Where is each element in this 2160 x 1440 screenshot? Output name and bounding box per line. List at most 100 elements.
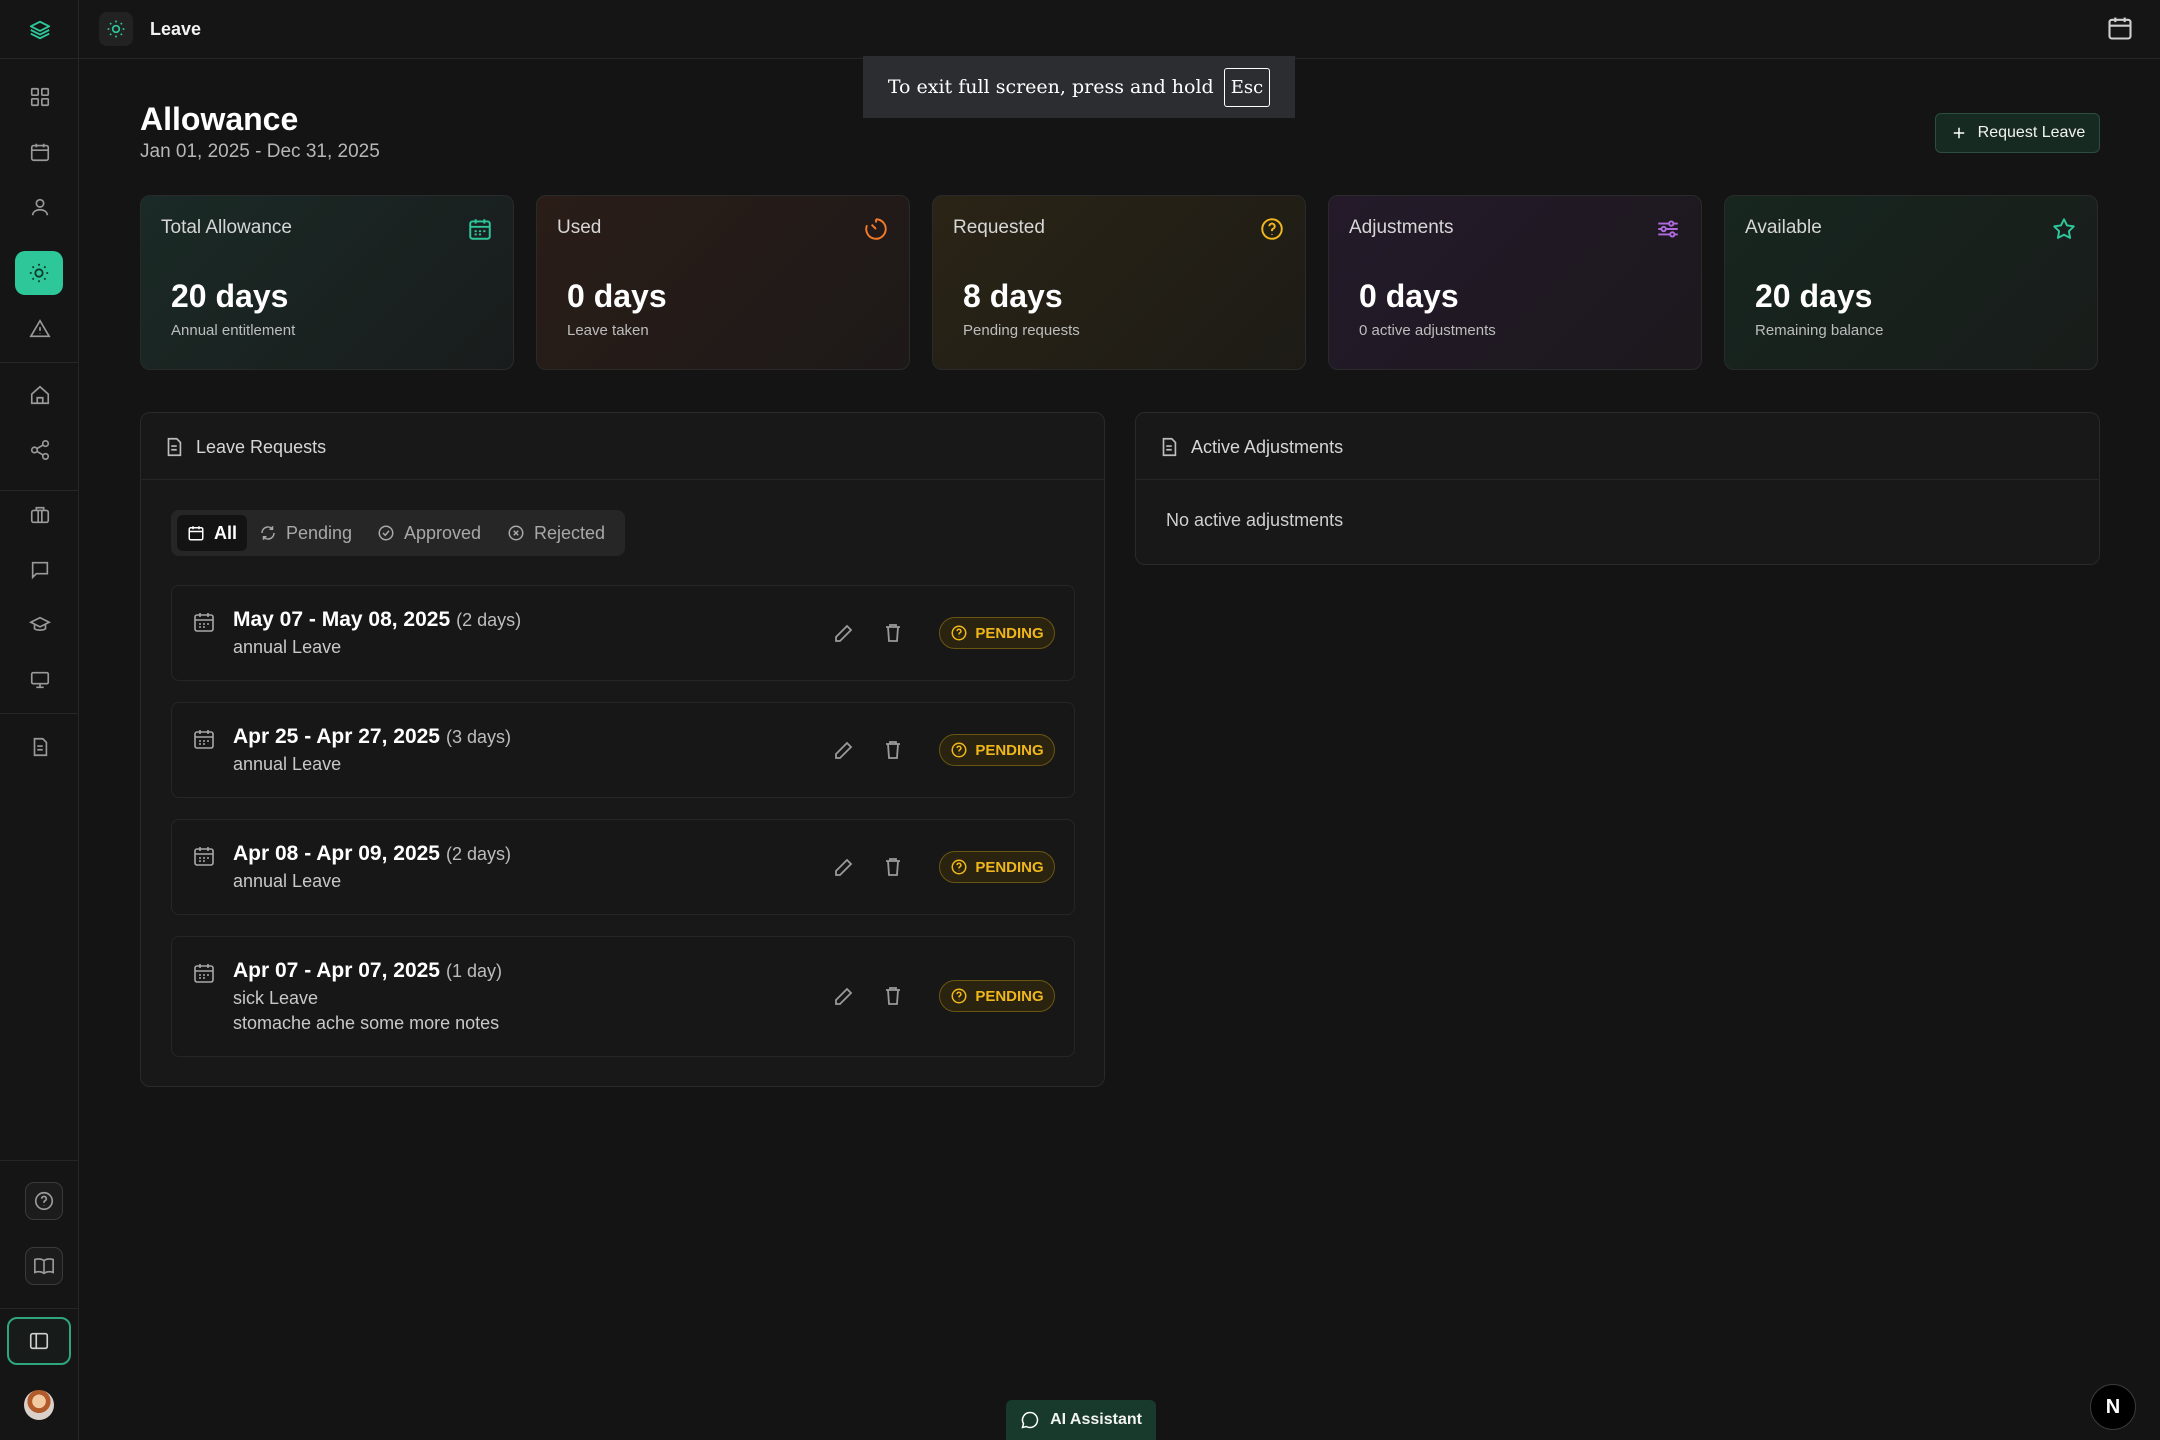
request-note: stomache ache some more notes: [233, 1013, 500, 1033]
stat-card-total-allowance: Total Allowance 20 days Annual entitleme…: [140, 195, 514, 370]
request-dates: May 07 - May 08, 2025: [233, 608, 451, 631]
request-dates-line: Apr 25 - Apr 27, 2025 (3 days): [233, 725, 511, 749]
book-icon[interactable]: [25, 1247, 63, 1285]
stat-value: 0 days: [1359, 278, 1459, 314]
tab-approved[interactable]: Approved: [377, 515, 481, 551]
leave-sun-icon[interactable]: [15, 251, 63, 295]
request-days: (2 days): [446, 844, 512, 864]
request-dates-line: Apr 07 - Apr 07, 2025 (1 day): [233, 959, 502, 983]
request-type: sick Leave: [233, 988, 319, 1008]
status-badge: PENDING: [939, 734, 1055, 766]
tab-pending[interactable]: Pending: [259, 515, 352, 551]
dashboard-icon[interactable]: [22, 79, 58, 115]
calendar-icon: [194, 847, 214, 866]
sidebar-toggle-icon[interactable]: [7, 1317, 71, 1365]
stat-value: 20 days: [1755, 278, 1873, 314]
pencil-icon[interactable]: [832, 738, 856, 762]
stat-label: Used: [557, 217, 602, 238]
pencil-icon[interactable]: [832, 984, 856, 1008]
help-circle-icon: [951, 742, 967, 758]
home-icon[interactable]: [22, 377, 58, 413]
request-dates: Apr 25 - Apr 27, 2025: [233, 725, 440, 748]
stat-card-adjustments: Adjustments 0 days 0 active adjustments: [1328, 195, 1702, 370]
status-label: PENDING: [975, 741, 1044, 759]
request-dates: Apr 07 - Apr 07, 2025: [233, 959, 440, 982]
panel-title: Leave Requests: [196, 437, 327, 457]
sidebar-divider: [0, 1308, 78, 1309]
request-leave-button[interactable]: Request Leave: [1935, 113, 2100, 153]
document-icon: [167, 437, 182, 457]
calendar-icon: [194, 730, 214, 749]
request-dates: Apr 08 - Apr 09, 2025: [233, 842, 440, 865]
layers-logo-icon[interactable]: [22, 12, 58, 48]
tab-rejected[interactable]: Rejected: [507, 515, 605, 551]
sidebar-divider: [0, 362, 78, 363]
top-bar: Leave: [79, 0, 2160, 59]
request-dates-line: May 07 - May 08, 2025 (2 days): [233, 608, 521, 632]
leave-request-row[interactable]: Apr 08 - Apr 09, 2025 (2 days) annual Lea…: [171, 819, 1075, 915]
stat-card-requested: Requested 8 days Pending requests: [932, 195, 1306, 370]
request-type: annual Leave: [233, 637, 342, 657]
pencil-icon[interactable]: [832, 855, 856, 879]
panel-title: Active Adjustments: [1191, 437, 1344, 457]
chat-bubble-icon: [1021, 1411, 1039, 1429]
monitor-icon[interactable]: [22, 662, 58, 698]
stat-value: 0 days: [567, 278, 667, 314]
check-circle-icon: [378, 525, 394, 541]
message-icon[interactable]: [22, 552, 58, 588]
date-range: Jan 01, 2025 - Dec 31, 2025: [140, 141, 380, 162]
toast-text: To exit full screen, press and hold: [887, 76, 1214, 98]
leave-request-row[interactable]: Apr 07 - Apr 07, 2025 (1 day) sick Leave …: [171, 936, 1075, 1057]
calendar-icon: [194, 964, 214, 983]
trash-icon[interactable]: [881, 738, 905, 762]
trash-icon[interactable]: [881, 984, 905, 1008]
ai-assistant-button[interactable]: AI Assistant: [1006, 1400, 1156, 1440]
stat-card-used: Used 0 days Leave taken: [536, 195, 910, 370]
page-label: Leave: [150, 19, 202, 39]
leave-sun-icon: [99, 12, 133, 46]
ai-assistant-label: AI Assistant: [1050, 1411, 1142, 1428]
stat-label: Adjustments: [1349, 217, 1454, 238]
tab-label: Pending: [286, 522, 353, 543]
sidebar-divider: [0, 713, 78, 714]
request-days: (3 days): [446, 727, 512, 747]
stat-card-available: Available 20 days Remaining balance: [1724, 195, 2098, 370]
status-label: PENDING: [975, 858, 1044, 876]
calendar-box-icon[interactable]: [2106, 14, 2136, 44]
panel-header: Leave Requests: [141, 413, 1104, 480]
tab-label: All: [214, 522, 238, 543]
sidebar: [0, 0, 79, 1440]
tab-label: Approved: [404, 522, 482, 543]
leave-request-row[interactable]: May 07 - May 08, 2025 (2 days) annual Lea…: [171, 585, 1075, 681]
fullscreen-toast: To exit full screen, press and hold Esc: [863, 56, 1295, 118]
avatar[interactable]: [24, 1390, 54, 1420]
trash-icon[interactable]: [881, 855, 905, 879]
stat-value: 8 days: [963, 278, 1063, 314]
status-label: PENDING: [975, 987, 1044, 1005]
stat-sub: Pending requests: [963, 322, 1080, 339]
help-circle-icon: [951, 859, 967, 875]
panel-header: Active Adjustments: [1136, 413, 2099, 480]
help-circle-icon: [951, 988, 967, 1004]
request-type: annual Leave: [233, 754, 342, 774]
calendar-nav-icon[interactable]: [22, 134, 58, 170]
trash-icon[interactable]: [881, 621, 905, 645]
stat-label: Total Allowance: [161, 217, 292, 238]
stat-sub: Leave taken: [567, 322, 649, 339]
document-icon[interactable]: [22, 729, 58, 765]
pencil-icon[interactable]: [832, 621, 856, 645]
graduation-cap-icon[interactable]: [22, 607, 58, 643]
user-icon[interactable]: [22, 189, 58, 225]
stat-sub: 0 active adjustments: [1359, 322, 1496, 339]
n-badge-label: N: [2105, 1395, 2121, 1418]
tab-label: Rejected: [534, 522, 606, 543]
help-icon[interactable]: [25, 1182, 63, 1220]
briefcase-icon[interactable]: [22, 497, 58, 533]
warning-icon[interactable]: [22, 311, 58, 347]
status-badge: PENDING: [939, 617, 1055, 649]
tab-all[interactable]: All: [177, 515, 248, 551]
leave-request-row[interactable]: Apr 25 - Apr 27, 2025 (3 days) annual Lea…: [171, 702, 1075, 798]
share-icon[interactable]: [22, 432, 58, 468]
n-badge-button[interactable]: N: [2090, 1384, 2136, 1430]
calendar-icon: [188, 526, 204, 541]
